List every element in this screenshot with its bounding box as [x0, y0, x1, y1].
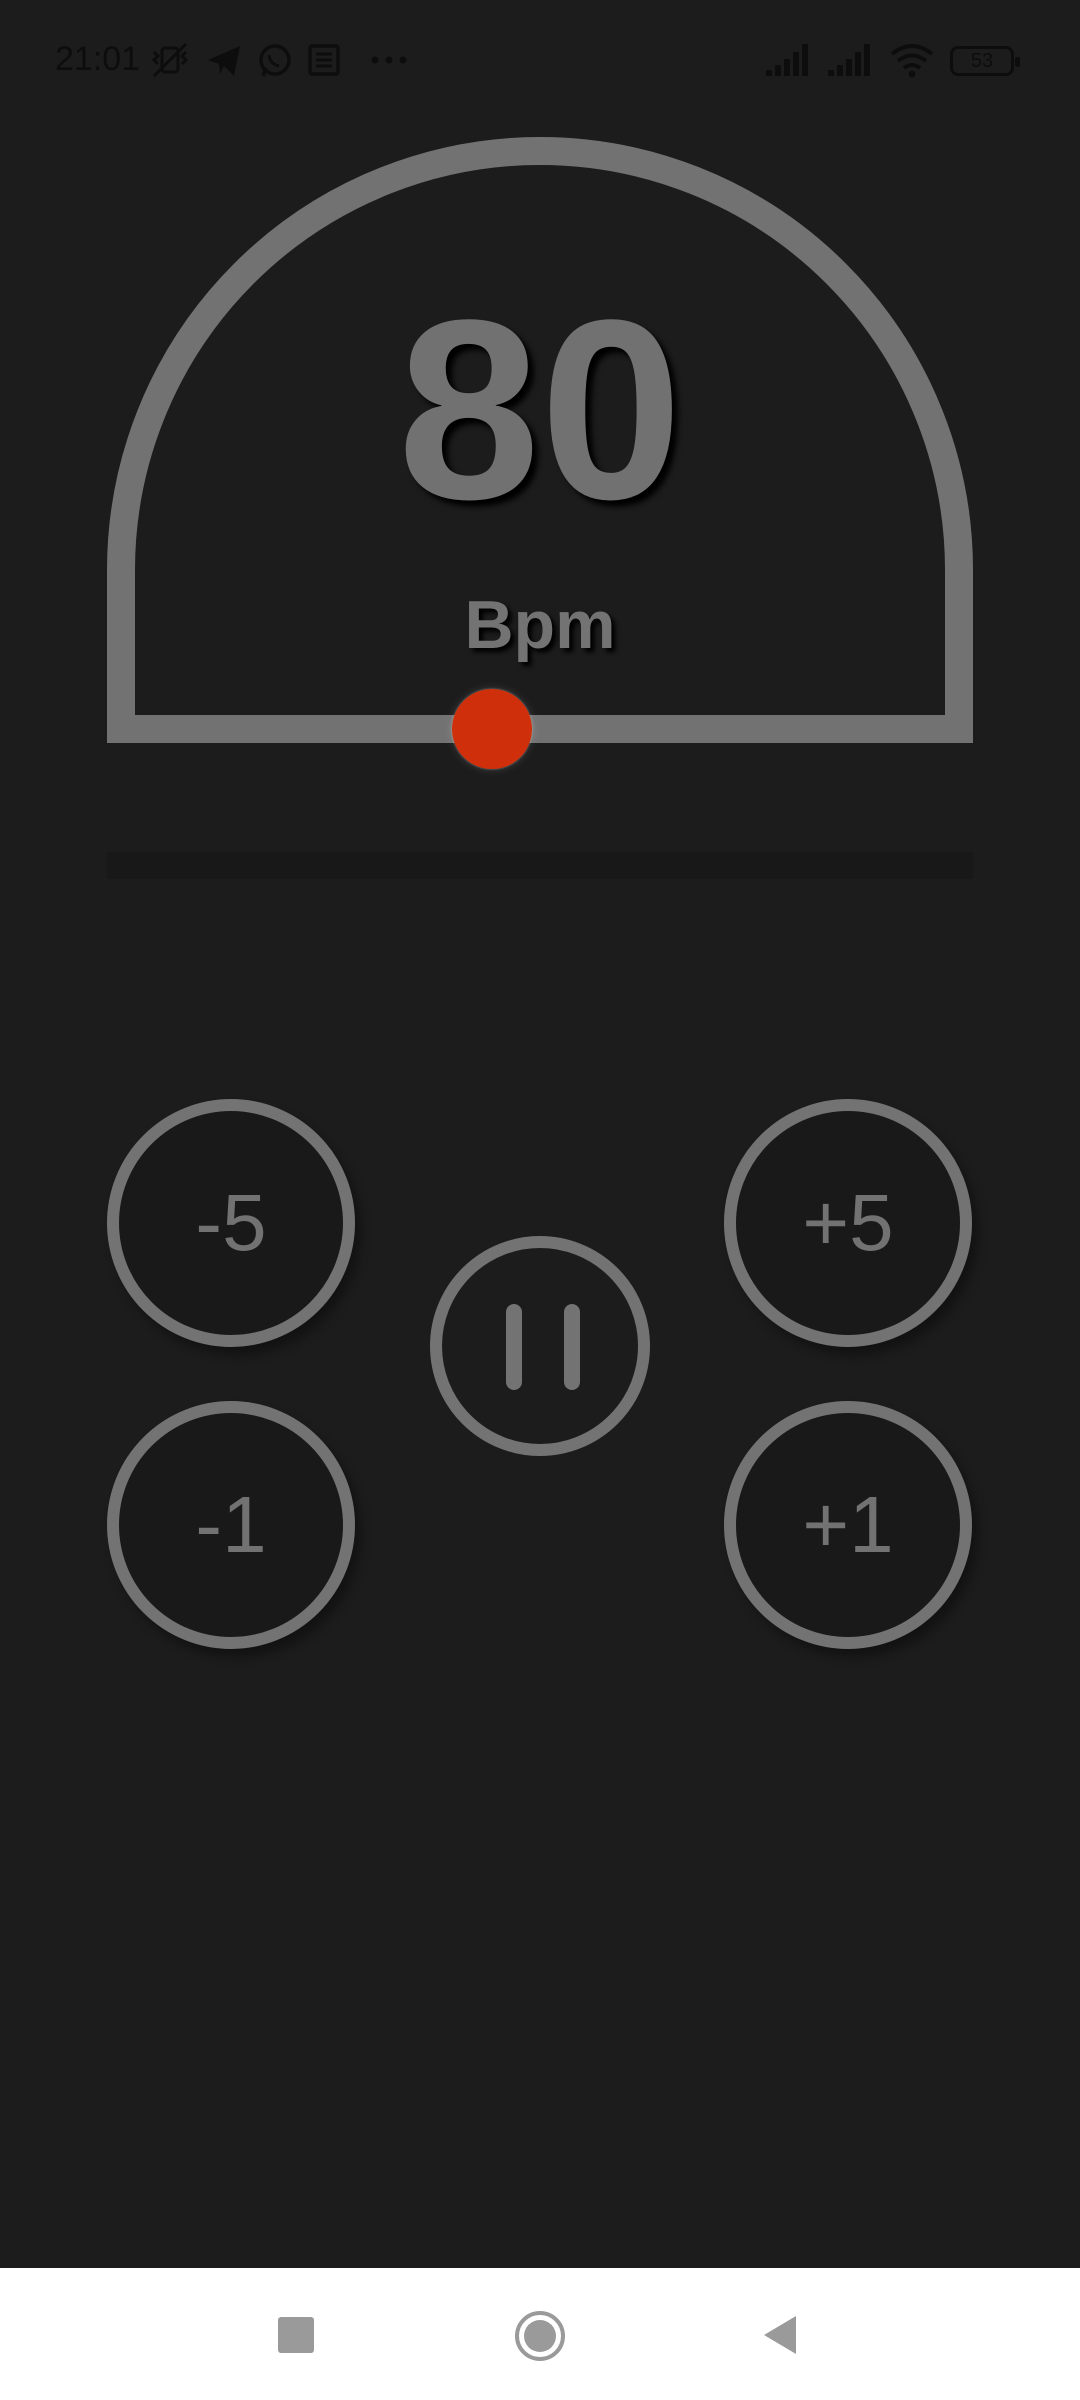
status-time: 21:01	[55, 40, 141, 78]
signal-icon	[766, 44, 808, 76]
pause-bar-right	[564, 1304, 580, 1390]
wifi-icon	[890, 44, 934, 78]
bpm-value: 80	[397, 267, 683, 553]
bpm-unit-label: Bpm	[464, 587, 616, 663]
telegram-icon	[208, 46, 240, 76]
home-icon[interactable]	[515, 2311, 565, 2361]
plus-5-button[interactable]: +5	[724, 1099, 972, 1347]
metronome-screen: 21:01 53 80 Bpm -5 +5 -1 +1	[0, 0, 1080, 2400]
navigation-bar	[0, 2268, 1080, 2400]
minus-1-button[interactable]: -1	[107, 1401, 355, 1649]
minus-5-button[interactable]: -5	[107, 1099, 355, 1347]
recent-apps-icon[interactable]	[278, 2317, 314, 2353]
play-pause-button[interactable]	[430, 1236, 650, 1456]
whatsapp-icon	[259, 44, 291, 77]
status-bar: 21:01 53	[0, 0, 1080, 120]
battery-icon: 53	[950, 46, 1020, 76]
more-dots-icon	[371, 56, 407, 64]
signal-icon	[828, 44, 870, 76]
plus-1-button[interactable]: +1	[724, 1401, 972, 1649]
beat-indicator-bar	[107, 852, 973, 879]
news-icon	[308, 44, 340, 76]
mute-vibrate-icon	[151, 42, 189, 78]
dial-knob[interactable]	[452, 689, 532, 769]
back-icon[interactable]	[760, 2314, 800, 2356]
pause-bar-left	[506, 1304, 522, 1390]
